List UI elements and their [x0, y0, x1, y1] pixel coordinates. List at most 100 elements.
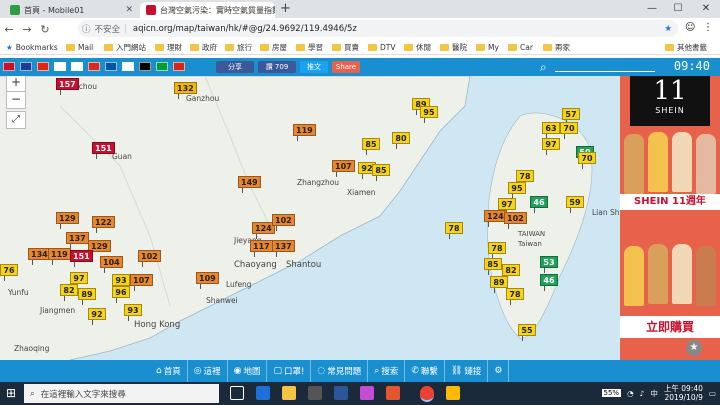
flag-icon[interactable] — [105, 62, 117, 71]
bookmark-item[interactable]: 買賣 — [332, 42, 359, 53]
nav-here[interactable]: ◎ 這裡 — [188, 360, 228, 382]
bookmark-item[interactable]: 兩家 — [543, 42, 570, 53]
aqi-marker[interactable]: 89 — [490, 276, 508, 293]
aqi-marker[interactable]: 149 — [238, 176, 261, 193]
nav-search[interactable]: ⌕ 搜索 — [368, 360, 406, 382]
battery-indicator[interactable]: 55% — [601, 389, 622, 397]
aqi-marker[interactable]: 109 — [196, 272, 219, 289]
file-explorer-icon[interactable] — [282, 386, 296, 400]
taskbar-search-box[interactable]: ⌕ 在這裡輸入文字來搜尋 — [24, 384, 219, 403]
aqi-marker[interactable]: 59 — [566, 196, 584, 213]
flag-icon[interactable] — [122, 62, 134, 71]
taskbar-clock[interactable]: 上午 09:40 2019/10/9 — [664, 384, 703, 402]
aqi-marker[interactable]: 129 — [56, 212, 79, 229]
maximize-icon[interactable]: ☐ — [666, 0, 690, 18]
aqi-marker[interactable]: 96 — [112, 286, 130, 303]
flag-icon[interactable] — [3, 62, 15, 71]
bookmark-item[interactable]: 入門網站 — [104, 42, 146, 53]
bookmark-item[interactable]: My — [476, 43, 499, 52]
aqi-marker[interactable]: 78 — [445, 222, 463, 239]
back-icon[interactable]: ← — [0, 23, 18, 36]
flag-icon[interactable] — [37, 62, 49, 71]
aqi-marker[interactable]: 55 — [518, 324, 536, 341]
bookmark-item[interactable]: 休閒 — [404, 42, 431, 53]
notification-icon[interactable]: ▭ — [709, 389, 716, 398]
aqi-marker[interactable]: 57 — [562, 108, 580, 125]
aqi-marker[interactable]: 137 — [272, 240, 295, 257]
app-icon[interactable] — [446, 386, 460, 400]
app-icon[interactable] — [386, 386, 400, 400]
aqi-marker[interactable]: 78 — [488, 242, 506, 259]
bookmark-item[interactable]: Mail — [66, 43, 93, 52]
aqi-marker[interactable]: 151 — [92, 142, 115, 159]
aqi-marker[interactable]: 102 — [504, 212, 527, 229]
shein-ad[interactable]: 11 SHEIN SHEIN 11週年 立即購買 ★ — [620, 76, 720, 360]
bookmark-item[interactable]: Car — [508, 43, 533, 52]
windows-start-icon[interactable]: ⊞ — [6, 386, 16, 400]
share-button[interactable]: Share — [332, 61, 360, 73]
aqi-marker[interactable]: 122 — [92, 216, 115, 233]
network-icon[interactable]: ◔ — [627, 389, 634, 398]
aqi-marker[interactable]: 46 — [540, 274, 558, 291]
nav-links[interactable]: ⛓ 鏈接 — [445, 360, 489, 382]
aqi-marker[interactable]: 151 — [70, 250, 93, 267]
info-icon[interactable]: ⓘ — [82, 23, 91, 35]
flag-icon[interactable] — [71, 62, 83, 71]
aqi-marker[interactable]: 78 — [516, 170, 534, 187]
flag-icon[interactable] — [54, 62, 66, 71]
aqi-map[interactable]: + − ⤢ nchou Ganzhou Guan Zhangzhou Xiame… — [0, 76, 620, 360]
nav-home[interactable]: ⌂ 首頁 — [150, 360, 188, 382]
nav-mask[interactable]: ▢ 口罩! — [267, 360, 312, 382]
aqi-marker[interactable]: 78 — [506, 288, 524, 305]
bookmark-item[interactable]: 理財 — [155, 42, 182, 53]
nav-faq[interactable]: ◌ 常見問題 — [311, 360, 369, 382]
search-icon[interactable]: ⌕ — [540, 60, 547, 75]
forward-icon[interactable]: → — [18, 23, 36, 36]
aqi-marker[interactable]: 132 — [174, 82, 197, 99]
aqi-marker[interactable]: 89 — [78, 288, 96, 305]
store-icon[interactable] — [308, 386, 322, 400]
aqi-marker[interactable]: 97 — [70, 272, 88, 289]
bookmark-item-other[interactable]: 其他書籤 — [665, 42, 707, 53]
bookmark-item[interactable]: 政府 — [190, 42, 217, 53]
bookmark-item[interactable]: DTV — [368, 43, 396, 52]
aqi-marker[interactable]: 102 — [272, 214, 295, 231]
zoom-in-button[interactable]: + — [6, 76, 26, 92]
aqi-marker[interactable]: 93 — [124, 304, 142, 321]
edge-icon[interactable] — [256, 386, 270, 400]
aqi-marker[interactable]: 85 — [372, 164, 390, 181]
tweet-button[interactable]: 推文 — [300, 61, 328, 73]
aqi-marker[interactable]: 104 — [100, 256, 123, 273]
aqi-marker[interactable]: 107 — [130, 274, 153, 291]
ad-cta-button[interactable]: 立即購買 — [620, 316, 720, 338]
star-icon[interactable]: ★ — [664, 24, 672, 34]
star-icon[interactable]: ★ — [686, 340, 702, 356]
aqi-marker[interactable]: 119 — [48, 248, 71, 265]
aqi-marker[interactable]: 70 — [578, 152, 596, 169]
aqi-marker[interactable]: 157 — [56, 78, 79, 95]
aqi-marker[interactable]: 95 — [508, 182, 526, 199]
task-view-icon[interactable] — [230, 386, 244, 400]
aqi-marker[interactable]: 102 — [138, 250, 161, 267]
nav-contact[interactable]: ✆ 聯繫 — [405, 360, 445, 382]
chrome-icon[interactable] — [420, 386, 434, 402]
aqi-marker[interactable]: 137 — [66, 232, 89, 249]
new-tab-button[interactable]: + — [280, 1, 291, 16]
facebook-like-button[interactable]: 讚 709 — [258, 61, 296, 73]
aqi-marker[interactable]: 82 — [502, 264, 520, 281]
aqi-marker[interactable]: 76 — [0, 264, 18, 281]
aqi-marker[interactable]: 107 — [332, 160, 355, 177]
app-icon[interactable] — [360, 386, 374, 400]
url-text[interactable]: aqicn.org/map/taiwan/hk/#@g/24.9692/119.… — [133, 24, 357, 34]
aqi-marker[interactable]: 82 — [60, 284, 78, 301]
mail-icon[interactable] — [334, 386, 348, 400]
aqi-marker[interactable]: 97 — [542, 138, 560, 155]
aqi-marker[interactable]: 80 — [392, 132, 410, 149]
aqi-marker[interactable]: 63 — [542, 122, 560, 139]
flag-icon[interactable] — [88, 62, 100, 71]
tab-aqicn[interactable]: 台灣空氣污染：實時空氣質量指數 ✕ — [140, 2, 275, 18]
aqi-marker[interactable]: 53 — [540, 256, 558, 273]
aqi-marker[interactable]: 46 — [530, 196, 548, 213]
bookmark-item[interactable]: ★ Bookmarks — [6, 43, 58, 52]
flag-icon[interactable] — [156, 62, 168, 71]
